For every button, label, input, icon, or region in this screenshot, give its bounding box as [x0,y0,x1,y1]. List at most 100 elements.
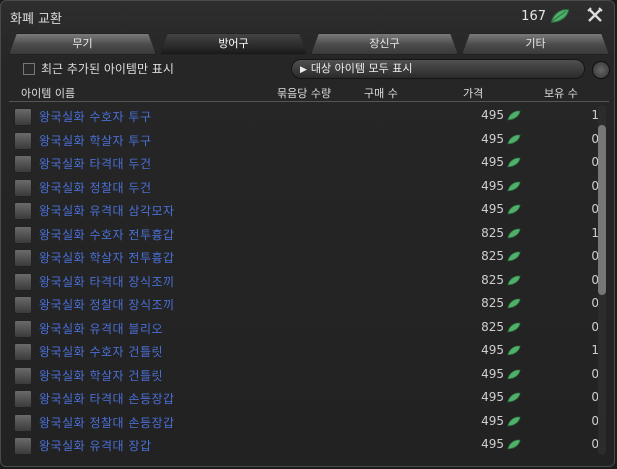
column-name[interactable]: 아이템 이름 [21,85,75,101]
list-item[interactable]: 왕국실화 타격대 두건 495 0 [9,152,599,176]
scrollbar[interactable] [598,105,606,455]
list-item[interactable]: 왕국실화 수호자 건틀릿 495 1 [9,340,599,364]
window-title: 화폐 교환 [10,12,62,27]
gauntlet-icon [14,413,32,432]
filter-toolbar: 최근 추가된 아이템만 표시 ▶ 대상 아이템 모두 표시 [9,59,610,81]
tab-other[interactable]: 기타 [462,33,609,55]
item-price: 495 [481,178,504,193]
refresh-icon[interactable] [592,61,610,79]
recent-items-checkbox[interactable] [23,63,35,75]
list-item[interactable]: 왕국실화 타격대 장식조끼 825 0 [9,270,599,294]
scrollbar-thumb[interactable] [598,125,606,295]
item-price: 495 [481,366,504,381]
helmet-icon [14,178,32,197]
item-name: 왕국실화 수호자 전투흉갑 [39,227,175,242]
play-arrow-icon: ▶ [300,65,307,75]
item-owned: 0 [591,155,599,169]
item-owned: 0 [591,131,599,146]
item-price: 495 [481,108,504,122]
show-all-items-button[interactable]: ▶ 대상 아이템 모두 표시 [291,59,585,79]
leaf-token-icon [507,228,521,238]
item-price: 495 [481,413,504,428]
item-price: 825 [481,296,504,310]
helmet-icon [14,108,32,126]
tab-accessories[interactable]: 장신구 [311,33,458,55]
leaf-token-icon [507,416,521,426]
header-divider [9,101,609,102]
item-name: 왕국실화 정찰대 손등장갑 [39,415,175,430]
body-armor-icon [14,319,32,338]
gauntlet-icon [14,366,32,385]
currency-amount: 167 [521,8,546,24]
list-item[interactable]: 왕국실화 학살자 건틀릿 495 0 [9,364,599,388]
currency-display: 167 [521,8,570,24]
item-owned: 1 [591,343,599,357]
item-owned: 0 [591,249,599,263]
item-name: 왕국실화 타격대 손등장갑 [39,392,175,406]
item-owned: 0 [591,296,599,310]
item-name: 왕국실화 수호자 투구 [39,110,152,124]
currency-exchange-window: 화폐 교환 167 무기 방어구 장신구 기타 최근 추가된 아이템만 표시 ▶… [0,0,615,467]
leaf-token-icon [507,322,521,332]
helmet-icon [14,131,32,150]
column-price[interactable]: 가격 [463,85,483,101]
tab-weapons[interactable]: 무기 [9,33,156,55]
list-item[interactable]: 왕국실화 유격대 블리오 825 0 [9,317,599,341]
item-name: 왕국실화 유격대 삼각모자 [39,204,175,218]
leaf-token-icon [507,392,521,403]
column-buy-qty[interactable]: 구매 수 [364,85,398,101]
item-price: 495 [481,202,504,216]
leaf-token-icon [507,110,521,121]
item-price: 825 [481,249,504,263]
item-name: 왕국실화 정찰대 두건 [39,180,152,195]
column-per-bundle[interactable]: 묶음당 수량 [277,85,331,101]
item-name: 왕국실화 학살자 전투흉갑 [39,251,175,265]
list-item[interactable]: 왕국실화 학살자 투구 495 0 [9,129,599,153]
item-owned: 0 [591,437,599,451]
list-item[interactable]: 왕국실화 학살자 전투흉갑 825 0 [9,246,599,270]
column-owned[interactable]: 보유 수 [544,85,578,101]
body-armor-icon [14,225,32,244]
leaf-token-icon [507,134,521,144]
item-owned: 0 [591,366,599,381]
item-owned: 0 [591,202,599,216]
item-name: 왕국실화 타격대 두건 [39,157,152,171]
list-item[interactable]: 왕국실화 정찰대 장식조끼 825 0 [9,293,599,317]
item-owned: 0 [591,319,599,334]
list-item[interactable]: 왕국실화 정찰대 두건 495 0 [9,176,599,200]
leaf-token-icon [507,275,521,285]
leaf-token-icon [507,298,521,309]
item-owned: 0 [591,413,599,428]
gauntlet-icon [14,343,32,361]
list-item[interactable]: 왕국실화 수호자 전투흉갑 825 1 [9,223,599,247]
item-owned: 1 [591,225,599,240]
leaf-token-icon [507,345,521,356]
body-armor-icon [14,296,32,314]
leaf-token-icon [507,251,521,262]
item-name: 왕국실화 유격대 장갑 [39,439,152,453]
list-item[interactable]: 왕국실화 정찰대 손등장갑 495 0 [9,411,599,435]
crossed-tools-icon[interactable] [586,6,604,24]
item-name: 왕국실화 수호자 건틀릿 [39,345,164,359]
item-price: 495 [481,343,504,357]
leaf-token-icon [550,9,570,23]
gauntlet-icon [14,437,32,455]
leaf-token-icon [507,204,521,215]
item-price: 825 [481,225,504,240]
item-price: 825 [481,272,504,287]
item-price: 495 [481,131,504,146]
body-armor-icon [14,249,32,267]
item-owned: 0 [591,178,599,193]
item-owned: 1 [591,108,599,122]
list-item[interactable]: 왕국실화 유격대 장갑 495 0 [9,434,599,458]
list-item[interactable]: 왕국실화 유격대 삼각모자 495 0 [9,199,599,223]
item-owned: 0 [591,390,599,404]
leaf-token-icon [507,157,521,168]
item-name: 왕국실화 학살자 투구 [39,133,152,148]
list-item[interactable]: 왕국실화 수호자 투구 495 1 [9,105,599,129]
helmet-icon [14,155,32,173]
item-list: 왕국실화 수호자 투구 495 1 왕국실화 학살자 투구 495 0 왕국실화 타격대 두… [9,105,599,458]
tab-armor[interactable]: 방어구 [160,33,307,55]
item-name: 왕국실화 정찰대 장식조끼 [39,298,175,312]
list-item[interactable]: 왕국실화 타격대 손등장갑 495 0 [9,387,599,411]
